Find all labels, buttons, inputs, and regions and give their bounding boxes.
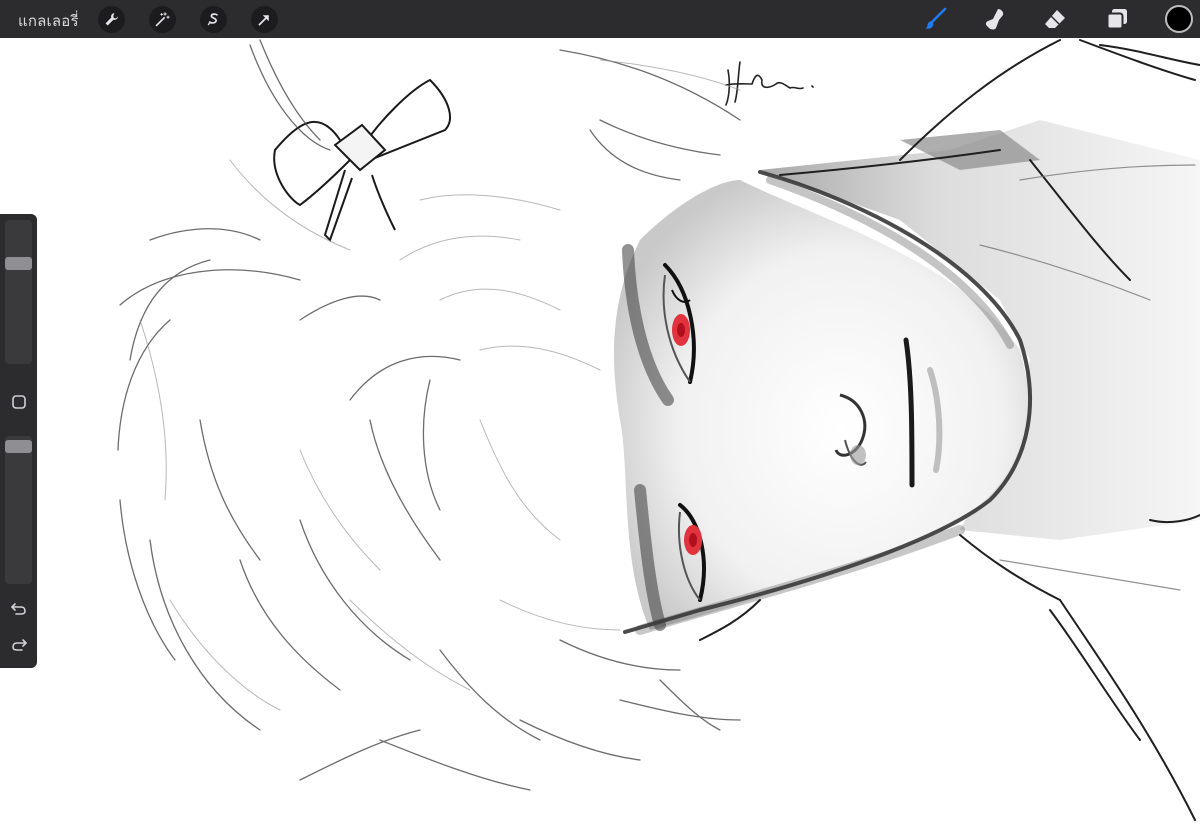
transform-button[interactable]	[251, 6, 278, 33]
redo-icon	[11, 639, 27, 651]
layers-icon	[1106, 9, 1127, 30]
undo-icon	[10, 603, 26, 615]
smudge-finger-icon	[985, 9, 1004, 30]
undo-button[interactable]	[0, 597, 37, 621]
opacity-thumb[interactable]	[5, 440, 32, 453]
selection-s-icon	[207, 13, 218, 26]
top-toolbar: แกลเลอรี่	[0, 0, 1200, 38]
redo-button[interactable]	[0, 633, 37, 657]
brush-size-slider[interactable]	[5, 220, 32, 364]
eraser-tool-button[interactable]	[1041, 5, 1069, 33]
wrench-icon	[105, 13, 118, 26]
magic-wand-icon	[155, 12, 170, 27]
adjustments-button[interactable]	[149, 6, 176, 33]
brush-size-thumb[interactable]	[5, 257, 32, 270]
sketch-artwork	[117, 39, 1200, 821]
layers-button[interactable]	[1103, 5, 1131, 33]
drawing-canvas[interactable]	[0, 38, 1200, 834]
modify-button[interactable]	[0, 390, 37, 414]
eraser-icon	[1045, 10, 1065, 28]
smudge-tool-button[interactable]	[981, 5, 1009, 33]
square-icon	[11, 395, 26, 409]
arrow-cursor-icon	[258, 15, 269, 26]
actions-button[interactable]	[98, 6, 125, 33]
opacity-slider[interactable]	[5, 436, 32, 584]
brush-sidebar	[0, 214, 37, 668]
brush-tool-button[interactable]	[922, 5, 950, 33]
color-picker-button[interactable]	[1165, 5, 1193, 33]
brush-icon	[925, 7, 947, 29]
gallery-button[interactable]: แกลเลอรี่	[18, 9, 79, 33]
selection-button[interactable]	[200, 6, 227, 33]
